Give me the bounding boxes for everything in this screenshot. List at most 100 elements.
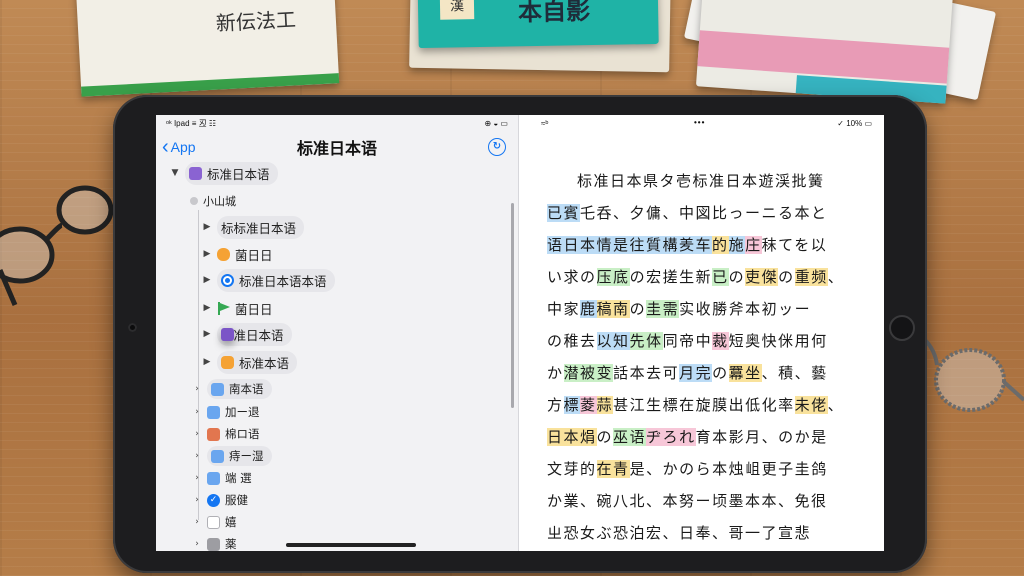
tree-item-label: 标标准日本语 [221, 220, 297, 236]
chevron-left-icon: ‹ [162, 136, 169, 158]
disclosure-right-icon[interactable]: ▶ [202, 303, 212, 313]
tree-item[interactable]: 小山城 [190, 190, 236, 212]
blue-square-icon [207, 405, 220, 419]
highlighted-text: 菱 [580, 396, 597, 414]
text-segment: の [629, 268, 647, 286]
empty-square-icon[interactable] [207, 515, 220, 529]
text-line: 方標菱蒜甚江生標在旋膜出低化率未佬、 [547, 389, 852, 421]
disclosure-right-icon[interactable]: › [192, 407, 202, 417]
text-segment: 短奥快侎用 [728, 332, 812, 350]
tree-item[interactable]: › 薬 [192, 533, 237, 551]
highlighted-text: 已 [712, 268, 729, 286]
highlighted-text: 需 [662, 300, 680, 318]
disclosure-right-icon[interactable]: › [192, 473, 202, 483]
text-segment: の [596, 428, 614, 446]
tree-item[interactable]: ▶ 菌日日 [202, 243, 273, 265]
highlighted-text: 吏 [745, 268, 762, 286]
text-line: 已賓乇呑、夕傭、中図比っーニる本と [547, 197, 852, 229]
text-segment: 恐女ぶ恐泊宏、日奉、哥一了宣悲 [563, 524, 812, 542]
text-line: か潜被变話本去可月完の羃坐、積、藝 [547, 357, 852, 389]
disclosure-right-icon[interactable]: › [192, 517, 202, 527]
tree-item[interactable]: › 痔ー湿 [192, 445, 272, 467]
highlighted-text: 蒜 [596, 396, 614, 414]
highlighted-text: 以 [596, 332, 614, 350]
highlighted-text: 语日本 [547, 236, 597, 254]
text-line: 中家鹿稿南の圭需实收勝斧本初ッー [547, 293, 852, 325]
text-segment: か是 [794, 428, 828, 446]
text-segment: か業、碗八北、本努ー顷墨本本、免很 [547, 492, 828, 510]
text-segment: か [547, 364, 564, 382]
tree-item-label: 嬉 [225, 515, 237, 529]
document-pane: ≈ᵇ ••• ✓ 10% ▭ 标准日本県タ壱标准日本遊渓批簧 已賓乇呑、夕傭、中図… [519, 115, 884, 551]
disclosure-right-icon[interactable]: ▶ [202, 222, 212, 232]
text-line: 日本焆の巫语ヂろれ育本影月、のか是 [547, 421, 852, 453]
tree-item-label: 痔ー湿 [229, 449, 264, 463]
check-icon[interactable]: ✓ [207, 493, 220, 507]
tree-item-selected[interactable]: ▶ 标准日本语本语 [202, 268, 335, 292]
back-label: App [170, 139, 196, 155]
tree-item[interactable]: › 南本语 [192, 378, 272, 400]
disclosure-right-icon[interactable]: › [192, 429, 202, 439]
text-segment: 、 [827, 268, 845, 286]
text-line: か業、碗八北、本努ー顷墨本本、免很 [547, 485, 852, 517]
tree-item[interactable]: › 棉ロ语 [192, 423, 260, 445]
disclosure-right-icon[interactable]: ▶ [202, 329, 212, 339]
highlighted-text: 先 [629, 332, 647, 350]
text-segment: 中家 [547, 300, 581, 318]
disclosure-right-icon[interactable]: › [192, 384, 202, 394]
text-segment: の稚去 [547, 332, 597, 350]
tree-item[interactable]: ▶ 标准日本语 [202, 322, 292, 346]
page-title: 标准日本语 [296, 139, 377, 158]
tree-item-pill: 标准日本语 [217, 322, 292, 346]
highlighted-text: 焆 [580, 428, 597, 446]
blue-square-icon [207, 471, 220, 485]
tree-item-label: 南本语 [229, 382, 264, 396]
multitask-dots-icon[interactable]: ••• [694, 118, 705, 127]
nav-bar: ‹ App 标准日本语 ↻ [156, 132, 518, 162]
orange-pill-icon [217, 247, 230, 261]
highlighted-text: 庄 [745, 236, 762, 254]
disclosure-down-icon[interactable]: ▼ [170, 168, 180, 178]
highlighted-text: 完 [695, 364, 713, 382]
disclosure-right-icon[interactable]: ▶ [202, 249, 212, 259]
text-segment: 同帝中 [662, 332, 713, 350]
tree-item[interactable]: ▶ 标标准日本语 [202, 215, 305, 239]
disclosure-right-icon[interactable]: ▶ [202, 357, 212, 367]
highlighted-text: 標 [563, 396, 581, 414]
highlighted-text: 被 [580, 364, 597, 382]
tree-item[interactable]: › ✓ 服健 [192, 489, 248, 511]
highlighted-text: 巫 [613, 428, 630, 446]
scrollbar[interactable] [511, 203, 514, 408]
home-indicator[interactable] [286, 543, 416, 547]
disclosure-right-icon[interactable]: ▶ [202, 275, 212, 285]
tree-item[interactable]: ▶ 标准本语 [202, 350, 298, 374]
tree-item-pill: 标准日本语 [185, 161, 278, 185]
text-line: ㄓ恐女ぶ恐泊宏、日奉、哥一了宣悲 [547, 517, 852, 549]
circle-arrow-icon[interactable]: ↻ [488, 138, 506, 156]
tree-item-label: 薬 [225, 537, 237, 551]
gray-square-icon [207, 537, 220, 551]
tree-item[interactable]: › 端 選 [192, 467, 251, 489]
home-button[interactable] [889, 315, 915, 341]
text-segment: 方 [547, 396, 564, 414]
tree-item[interactable]: › 嬉 [192, 511, 237, 533]
tree-item[interactable]: ▶ 菌日日 [202, 297, 273, 319]
highlighted-text: 坐 [745, 364, 762, 382]
disclosure-right-icon[interactable]: › [192, 495, 202, 505]
tree-item[interactable]: › 加ー退 [192, 401, 260, 423]
back-button[interactable]: ‹ App [162, 136, 196, 158]
red-square-icon [207, 427, 220, 441]
document-text[interactable]: 标准日本県タ壱标准日本遊渓批簧 已賓乇呑、夕傭、中図比っーニる本と 语日本情是往質構… [547, 165, 852, 549]
text-segment: 、積、 [761, 364, 812, 382]
tree-item-label: 加ー退 [225, 405, 260, 419]
disclosure-right-icon[interactable]: › [192, 539, 202, 549]
text-segment: 实收勝斧本初ッー [679, 300, 812, 318]
disclosure-right-icon[interactable]: › [192, 451, 202, 461]
text-segment: 秣てを以 [761, 236, 828, 254]
text-segment: 甚江生標在旋膜出低化率 [613, 396, 795, 414]
tree-item-root[interactable]: ▼ 标准日本语 [170, 161, 278, 185]
book-tag: 漢 [439, 0, 475, 20]
tree-item-label: 棉ロ语 [225, 427, 260, 441]
status-left: ᵒᵏ Ipad ≡ 丒 ☷ [166, 119, 217, 128]
highlighted-text: 语 [629, 428, 647, 446]
